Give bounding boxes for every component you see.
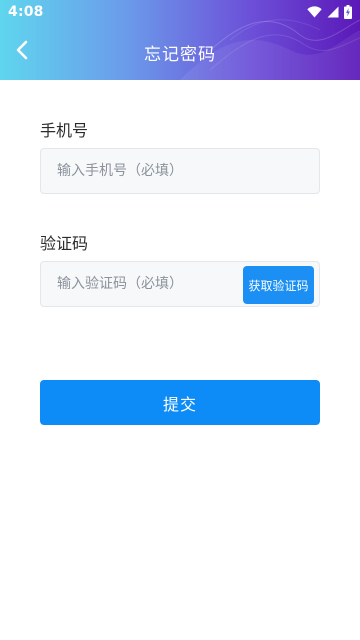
submit-button[interactable]: 提交 [40,380,320,425]
get-code-button[interactable]: 获取验证码 [243,266,314,304]
battery-charging-icon [344,5,352,19]
status-time: 4:08 [8,4,44,20]
signal-icon [327,6,339,18]
page-title: 忘记密码 [144,45,216,65]
status-bar: 4:08 [0,0,360,24]
phone-input[interactable] [57,149,307,193]
code-input[interactable] [57,262,237,306]
code-field[interactable]: 获取验证码 [40,261,320,307]
phone-field[interactable] [40,148,320,194]
phone-label: 手机号 [40,121,89,140]
navigation-bar: 忘记密码 [0,24,360,80]
status-icons [307,5,352,19]
header: 4:08 忘记密码 [0,0,360,80]
code-label: 验证码 [40,234,89,253]
wifi-icon [307,6,322,18]
